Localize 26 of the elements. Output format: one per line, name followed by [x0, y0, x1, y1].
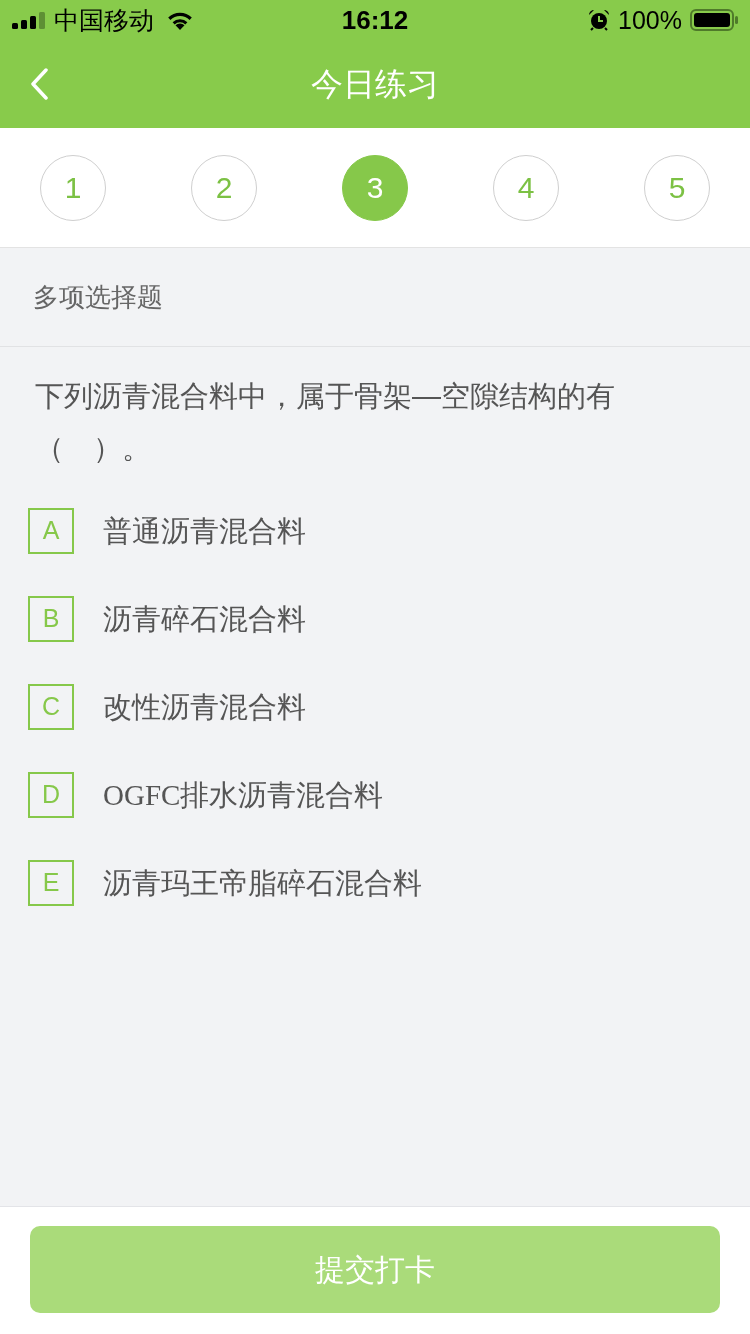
option-label: 沥青玛王帝脂碎石混合料 [103, 866, 422, 901]
signal-icon [12, 11, 46, 29]
option-checkbox[interactable]: C [28, 684, 74, 730]
option-label: OGFC排水沥青混合料 [103, 778, 384, 813]
question-number-tab[interactable]: 1 [40, 154, 106, 221]
option-label: 沥青碎石混合料 [103, 602, 306, 637]
option-checkbox[interactable]: A [28, 508, 74, 554]
page-title: 今日练习 [311, 65, 439, 104]
question-type-label: 多项选择题 [33, 281, 163, 314]
question-number-tab[interactable]: 2 [191, 154, 257, 221]
option-checkbox[interactable]: D [28, 772, 74, 818]
battery-percent: 100% [618, 5, 682, 35]
question-text: 下列沥青混合料中，属于骨架—空隙结构的有（ ）。 [35, 379, 616, 466]
back-chevron-icon [30, 68, 48, 100]
status-time: 16:12 [341, 5, 409, 35]
question-number-tab[interactable]: 4 [493, 154, 559, 221]
wifi-icon [166, 10, 194, 30]
option-checkbox[interactable]: E [28, 860, 74, 906]
carrier-name: 中国移动 [54, 5, 154, 35]
option-label: 改性沥青混合料 [103, 690, 306, 725]
question-number-tab[interactable]: 3 [342, 154, 408, 221]
option-label: 普通沥青混合料 [103, 514, 306, 549]
battery-icon [690, 9, 738, 31]
question-number-tab[interactable]: 5 [644, 154, 710, 221]
alarm-clock-icon [588, 9, 611, 31]
option-checkbox[interactable]: B [28, 596, 74, 642]
